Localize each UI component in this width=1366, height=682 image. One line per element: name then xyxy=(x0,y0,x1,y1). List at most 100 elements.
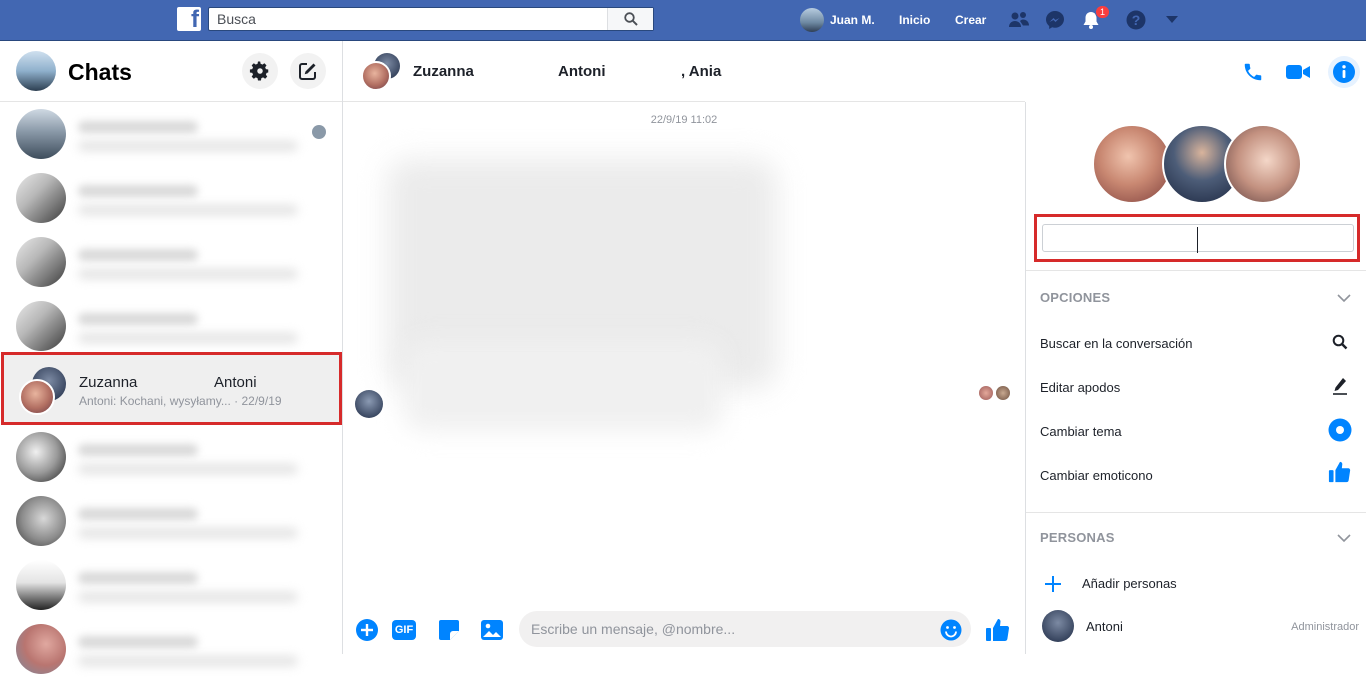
conversation-name-input[interactable] xyxy=(1042,224,1354,252)
messenger-icon xyxy=(1046,11,1064,29)
home-link[interactable]: Inicio xyxy=(899,13,930,27)
blurred-name xyxy=(78,636,198,648)
info-icon xyxy=(1333,61,1355,83)
chevron-down-icon[interactable] xyxy=(1337,291,1351,305)
photo-button[interactable] xyxy=(478,616,506,644)
conversation-item[interactable] xyxy=(0,103,342,167)
blurred-name xyxy=(78,185,198,197)
video-call-button[interactable] xyxy=(1284,58,1312,86)
new-message-button[interactable] xyxy=(290,53,326,89)
search-icon xyxy=(1332,334,1348,350)
change-emoji-button[interactable] xyxy=(1325,457,1355,487)
conversation-name-1: Zuzanna xyxy=(79,374,138,391)
conversation-avatar xyxy=(16,301,66,351)
pencil-icon xyxy=(1333,378,1347,395)
gear-icon xyxy=(249,61,269,81)
profile-link[interactable]: Juan M. xyxy=(800,8,875,32)
person-role: Administrador xyxy=(1291,621,1359,633)
search-button[interactable] xyxy=(607,8,653,30)
gif-button[interactable]: GIF xyxy=(390,616,418,644)
help-button[interactable]: ? xyxy=(1124,8,1148,32)
selected-conversation-item[interactable]: Zuzanna Antoni Antoni: Kochani, wysyłamy… xyxy=(1,352,342,425)
more-actions-button[interactable] xyxy=(353,616,381,644)
options-section: OPCIONES Buscar en la conversación Edita… xyxy=(1026,270,1366,512)
call-button[interactable] xyxy=(1239,58,1267,86)
conversation-item[interactable] xyxy=(0,295,342,359)
chat-participant-name: Antoni xyxy=(558,63,606,80)
chat-panel: Zuzanna Antoni , Ania 22/9/19 11:02 GIF xyxy=(343,41,1360,654)
people-section: PERSONAS Añadir personas Antoni Administ… xyxy=(1026,512,1366,654)
user-avatar xyxy=(800,8,824,32)
blurred-message-bubble xyxy=(403,341,723,431)
facebook-logo[interactable]: f xyxy=(177,7,201,31)
sticker-button[interactable] xyxy=(435,616,463,644)
account-menu-button[interactable] xyxy=(1160,8,1184,32)
send-like-button[interactable] xyxy=(984,616,1012,644)
messenger-button[interactable] xyxy=(1043,8,1067,32)
message-timestamp: 22/9/19 11:02 xyxy=(650,114,718,126)
thumbs-up-icon xyxy=(1328,461,1351,483)
person-name[interactable]: Antoni xyxy=(1086,619,1123,634)
conversation-avatar xyxy=(16,109,66,159)
top-navigation-bar: f Juan M. Inicio Crear 1 ? xyxy=(0,0,1366,41)
blurred-snippet xyxy=(78,141,298,151)
conversation-avatar xyxy=(16,496,66,546)
facebook-logo-letter: f xyxy=(191,7,199,31)
emoji-button[interactable] xyxy=(937,616,965,644)
options-section-title: OPCIONES xyxy=(1040,290,1111,305)
create-link[interactable]: Crear xyxy=(955,13,986,27)
friends-button[interactable] xyxy=(1007,8,1031,32)
change-theme-button[interactable] xyxy=(1325,415,1355,445)
plus-icon[interactable] xyxy=(1044,575,1062,593)
caret-down-icon xyxy=(1166,16,1178,23)
conversation-avatar xyxy=(16,237,66,287)
chat-header: Zuzanna Antoni , Ania xyxy=(343,41,1360,102)
settings-button[interactable] xyxy=(242,53,278,89)
conversation-avatar xyxy=(16,624,66,674)
blurred-name xyxy=(78,508,198,520)
conversation-avatar-primary xyxy=(19,379,55,415)
search-input[interactable] xyxy=(209,8,604,30)
conversation-item[interactable] xyxy=(0,490,342,554)
video-camera-icon xyxy=(1286,65,1310,79)
add-people-link[interactable]: Añadir personas xyxy=(1082,576,1177,591)
conversation-name-2: Antoni xyxy=(214,374,257,391)
conversation-item[interactable] xyxy=(0,231,342,295)
conversation-info-button[interactable] xyxy=(1328,56,1360,88)
conversation-item[interactable] xyxy=(0,167,342,231)
message-input[interactable] xyxy=(519,611,971,647)
text-cursor xyxy=(1197,227,1198,253)
option-search-in-conversation[interactable]: Buscar en la conversación xyxy=(1040,336,1192,351)
search-conversation-button[interactable] xyxy=(1325,327,1355,357)
chevron-down-icon[interactable] xyxy=(1337,531,1351,545)
search-icon xyxy=(623,12,638,26)
sidebar-header: Chats xyxy=(0,41,342,102)
blurred-snippet xyxy=(78,528,298,538)
conversation-avatar xyxy=(16,560,66,610)
people-section-title: PERSONAS xyxy=(1040,530,1115,545)
thumbs-up-icon xyxy=(986,619,1010,641)
option-change-emoji[interactable]: Cambiar emoticono xyxy=(1040,468,1153,483)
blurred-snippet xyxy=(78,333,298,343)
edit-nicknames-button[interactable] xyxy=(1325,371,1355,401)
conversation-avatar xyxy=(16,432,66,482)
user-name: Juan M. xyxy=(830,13,875,27)
sidebar-title: Chats xyxy=(68,59,132,85)
conversation-item[interactable] xyxy=(0,554,342,618)
blurred-name xyxy=(78,249,198,261)
blurred-snippet xyxy=(78,205,298,215)
search-box xyxy=(208,7,654,31)
blurred-snippet xyxy=(78,269,298,279)
smiley-icon xyxy=(940,619,962,641)
option-edit-nicknames[interactable]: Editar apodos xyxy=(1040,380,1120,395)
conversation-item[interactable] xyxy=(0,426,342,490)
friends-icon xyxy=(1009,12,1029,27)
group-member-avatar xyxy=(1092,124,1172,204)
blurred-snippet xyxy=(78,592,298,602)
own-avatar[interactable] xyxy=(16,51,56,91)
conversation-item[interactable] xyxy=(0,618,342,682)
option-change-theme[interactable]: Cambiar tema xyxy=(1040,424,1122,439)
svg-text:?: ? xyxy=(1132,12,1141,28)
gif-label: GIF xyxy=(394,624,414,636)
conversation-info-panel: OPCIONES Buscar en la conversación Edita… xyxy=(1025,102,1366,654)
